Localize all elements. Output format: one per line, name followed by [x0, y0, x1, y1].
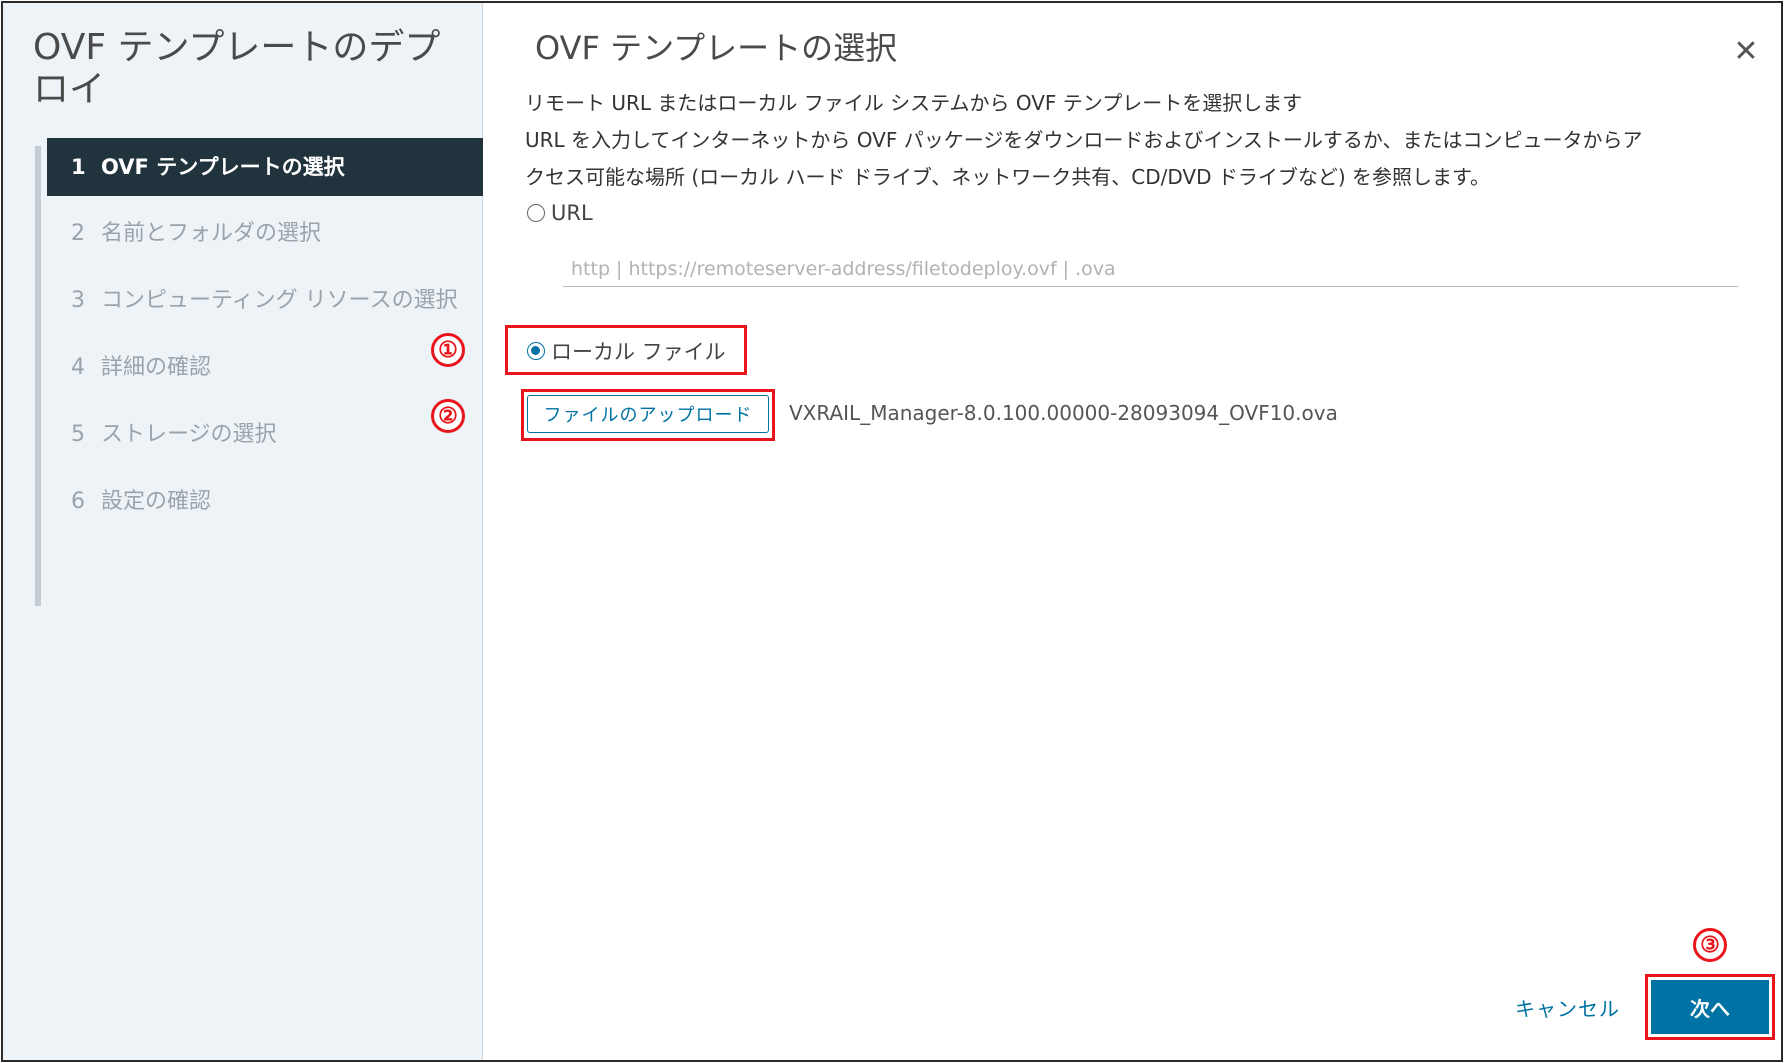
step-number: 1	[71, 155, 86, 179]
step-label: 設定の確認	[101, 489, 212, 514]
page-title: OVF テンプレートの選択	[535, 29, 898, 67]
step-label: 名前とフォルダの選択	[101, 221, 322, 246]
wizard-title: OVF テンプレートのデプロイ	[33, 27, 441, 110]
step-label: 詳細の確認	[101, 355, 212, 380]
step-3-compute-resource[interactable]: 3 コンピューティング リソースの選択	[47, 272, 483, 330]
step-number: 6	[71, 489, 85, 514]
step-label: ストレージの選択	[101, 422, 277, 447]
url-input[interactable]	[563, 251, 1738, 287]
description-line: クセス可能な場所 (ローカル ハード ドライブ、ネットワーク共有、CD/DVD …	[525, 165, 1491, 189]
step-6-review-settings[interactable]: 6 設定の確認	[47, 473, 483, 531]
url-radio-label: URL	[551, 201, 593, 225]
url-radio[interactable]	[527, 204, 545, 222]
step-1-select-ovf[interactable]: 1 OVF テンプレートの選択	[47, 138, 483, 196]
cancel-button[interactable]: キャンセル	[1515, 993, 1620, 1022]
wizard-sidebar: OVF テンプレートのデプロイ 1 OVF テンプレートの選択 2 名前とフォルダの…	[3, 3, 483, 1060]
deploy-ovf-dialog: OVF テンプレートのデプロイ 1 OVF テンプレートの選択 2 名前とフォルダの…	[1, 1, 1783, 1062]
callout-3: ③	[1693, 928, 1727, 962]
step-number: 4	[71, 355, 85, 380]
step-4-review-details[interactable]: 4 詳細の確認	[47, 339, 483, 397]
step-number: 2	[71, 221, 85, 246]
description-line: リモート URL またはローカル ファイル システムから OVF テンプレートを…	[525, 91, 1303, 115]
description: リモート URL またはローカル ファイル システムから OVF テンプレートを…	[525, 85, 1755, 196]
callout-2: ②	[431, 399, 465, 433]
close-icon[interactable]: ✕	[1729, 35, 1763, 69]
wizard-main: OVF テンプレートの選択 ✕ リモート URL またはローカル ファイル シス…	[431, 3, 1781, 1060]
step-label: OVF テンプレートの選択	[101, 155, 345, 179]
selected-file-name: VXRAIL_Manager-8.0.100.00000-28093094_OV…	[789, 401, 1338, 425]
local-file-radio-option[interactable]: ローカル ファイル	[527, 336, 726, 366]
step-label: コンピューティング リソースの選択	[101, 288, 458, 313]
step-number: 3	[71, 288, 85, 313]
step-2-name-folder[interactable]: 2 名前とフォルダの選択	[47, 205, 483, 263]
description-line: URL を入力してインターネットから OVF パッケージをダウンロードおよびイン…	[525, 128, 1643, 152]
wizard-steps: 1 OVF テンプレートの選択 2 名前とフォルダの選択 3 コンピューティング リソ…	[35, 138, 483, 606]
upload-file-button[interactable]: ファイルのアップロード	[527, 395, 769, 433]
local-file-radio[interactable]	[527, 342, 545, 360]
callout-1: ①	[431, 333, 465, 367]
step-5-select-storage[interactable]: 5 ストレージの選択	[47, 406, 483, 464]
local-file-radio-label: ローカル ファイル	[551, 340, 726, 364]
url-radio-option[interactable]: URL	[527, 201, 593, 225]
next-button[interactable]: 次へ	[1651, 980, 1769, 1034]
step-number: 5	[71, 422, 85, 447]
